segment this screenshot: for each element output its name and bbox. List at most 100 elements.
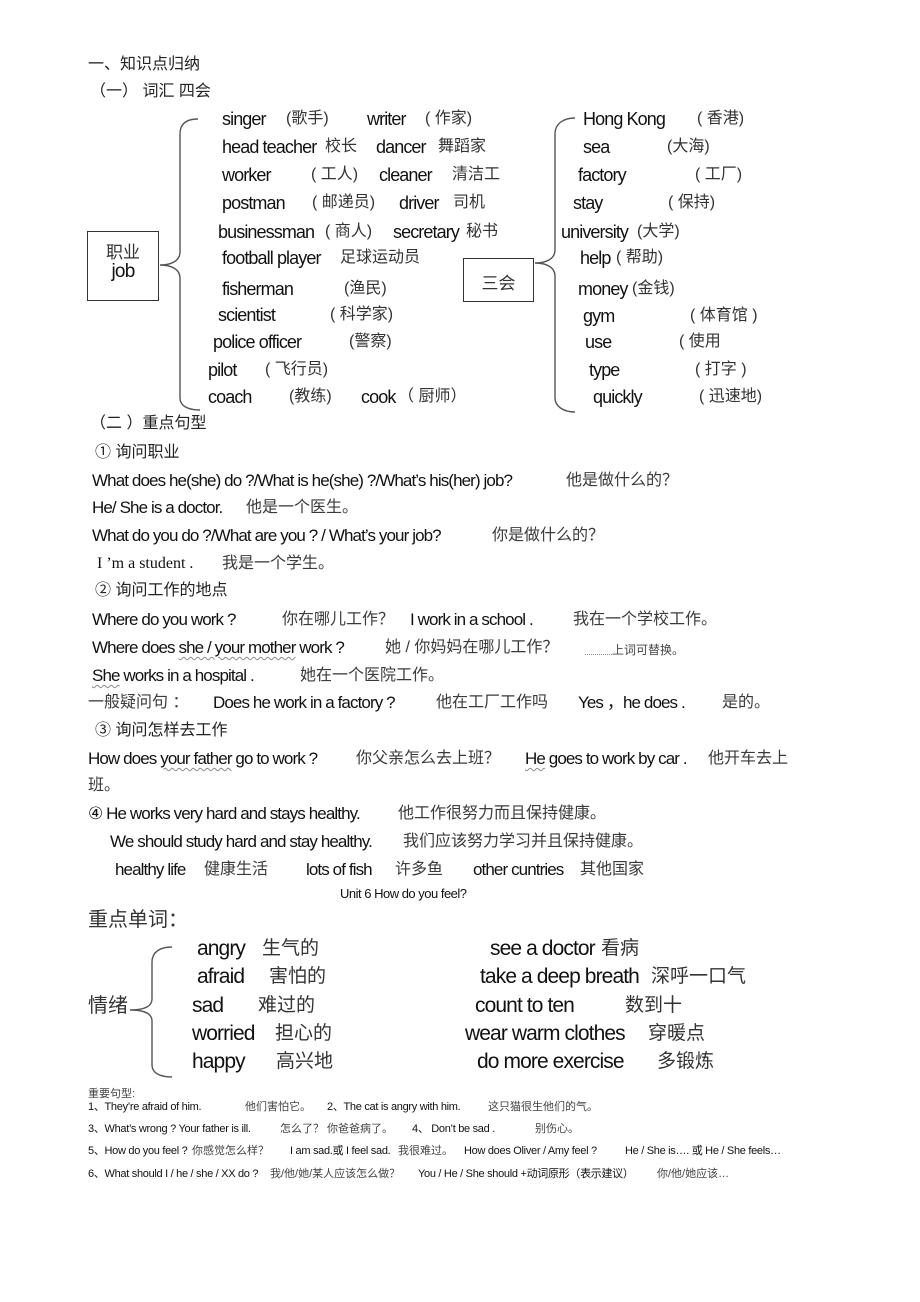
sentence-cn: 你在哪儿工作？ [282,611,395,628]
sentence-cn: 你是做什么的？ [492,527,605,544]
sanhui-row: Hong Kong ( 香港) [0,109,920,133]
sentence-cn: 他工作很努力而且保持健康。 [398,805,607,822]
replace-note: 上词可替换。 [612,643,685,657]
word-row: happy 高兴地 do more exercise 多锻炼 [0,1050,920,1078]
small-sentence-line: 1、They’re afraid of him. 他们害怕它。 2、The ca… [0,1101,920,1115]
phrase-cn: 穿暖点 [648,1023,706,1044]
sentences-title: 重要句型: [88,1088,136,1100]
replaceable-words: your father [160,749,232,768]
sanhui-cn: ( 香港) [697,110,745,127]
sentence-line: 一般疑问句 ： Does he work in a factory ? 他在工厂… [0,693,920,717]
sentence-part: go to work ? [231,749,318,768]
sanhui-en: university [561,222,629,242]
sanhui-en: factory [578,165,627,185]
emotion-cn: 害怕的 [269,966,327,987]
small-sentence-line: 3、What’s wrong ? Your father is ill. 怎么了… [0,1123,920,1137]
unit-title: Unit 6 How do you feel? [340,886,467,901]
sentence-en: He / She is…. 或 He / She feels… [625,1145,781,1157]
sentence-cn: 你父亲怎么去上班？ [356,750,501,767]
sentence-cn: 是的。 [722,694,771,711]
sanhui-cn: (大海) [667,138,710,155]
sentence-line: 班。 [0,776,920,800]
emotion-en: afraid [197,965,245,988]
sentence-en: Does he work in a factory ? [213,693,396,712]
sentence-cn: 你/他/她应该… [657,1168,730,1180]
sentence-line: We should study hard and stay healthy. 我… [0,832,920,856]
sanhui-en: quickly [593,387,643,407]
sentence-en: She works in a hospital . [92,666,255,686]
sanhui-row: sea (大海) [0,137,920,161]
sanhui-en: sea [583,137,610,157]
sentence-en: Yes ，he does . [578,693,686,712]
sentence-cn: 你感觉怎么样？ [192,1145,269,1157]
sentence-cn: 我在一个学校工作。 [573,611,718,628]
word-row: afraid 害怕的 take a deep breath 深呼一口气 [0,965,920,993]
sanhui-en: money [578,279,628,299]
sentence-line: ④ He works very hard and stays healthy. … [0,804,920,828]
emotion-en: happy [192,1050,246,1073]
sentence-part: Where does [92,638,179,657]
sanhui-en: stay [573,193,603,213]
sentence-en: 6、What should I / he / she / XX do ? [88,1168,259,1180]
replaceable-words: She [92,666,120,685]
sentence-cn: 我很难过。 [398,1145,453,1157]
emotion-cn: 生气的 [262,938,320,959]
sentence-cn: 他们害怕它。 [245,1101,311,1113]
replaceable-words: He [525,749,546,768]
sentence-en: I am sad.或 I feel sad. [290,1145,391,1157]
phrase-en: take a deep breath [480,965,640,988]
sanhui-row: quickly ( 迅速地) [0,387,920,411]
patterns-title: （二 ）重点句型 [90,415,207,432]
sentence-en: How does your father go to work ? [88,749,318,769]
sentence-cn: 她在一个医院工作。 [300,667,445,684]
key-words-title: 重点单词： [88,909,188,931]
sentence-en: How does Oliver / Amy feel ? [464,1145,597,1157]
sentence-cn: 他开车去上 [708,750,789,767]
section-heading: 一、知识点归纳 [88,56,201,73]
sentence-cn: 班。 [88,777,121,794]
sanhui-cn: ( 体育馆 ) [690,307,758,324]
sanhui-en: help [580,248,611,268]
phrase-cn: 数到十 [625,995,683,1016]
sanhui-en: Hong Kong [583,109,666,129]
phrase-line: healthy life 健康生活 lots of fish 许多鱼 other… [0,860,920,884]
sentence-en: Where do you work ? [92,610,236,629]
sentence-line: What does he(she) do ?/What is he(she) ?… [0,471,920,495]
sentence-part: How does [88,749,161,768]
word-row: sad 难过的 count to ten 数到十 [0,994,920,1022]
sentence-line: How does your father go to work ? 你父亲怎么去… [0,749,920,773]
phrase-cn: 看病 [601,938,640,959]
wavy-underline-sample [585,644,612,655]
phrase-en: do more exercise [477,1050,625,1073]
emotion-en: angry [197,937,246,960]
sentence-en: 1、They’re afraid of him. [88,1101,202,1113]
sentence-en: We should study hard and stay healthy. [110,832,373,851]
sentence-line: He/ She is a doctor. 他是一个医生。 [0,498,920,522]
sentence-cn: 他是做什么的？ [566,472,679,489]
sentence-part: work ? [295,638,345,657]
sentence-cn: 怎么了？ 你爸爸病了。 [280,1123,394,1135]
sentence-part: works in a hospital . [119,666,254,685]
sanhui-cn: ( 迅速地) [699,388,763,405]
small-sentence-line: 5、How do you feel ? 你感觉怎么样？ I am sad.或 I… [0,1145,920,1159]
sentence-en: 3、What’s wrong ? Your father is ill. [88,1123,251,1135]
sentence-cn: 他是一个医生。 [246,499,359,516]
sentence-line: I ’m a student . 我是一个学生。 [0,554,920,578]
phrase-en: healthy life [115,860,186,879]
sentence-line: Where do you work ? 你在哪儿工作？ I work in a … [0,610,920,634]
sanhui-cn: ( 使用 [679,333,721,350]
phrase-en: other cuntries [473,860,564,879]
sanhui-row: money (金钱) [0,279,920,303]
vocab-title: （一） 词汇 四会 [90,83,211,100]
sentence-cn: 她 / 你妈妈在哪儿工作？ [385,639,559,656]
sanhui-row: university (大学) [0,222,920,246]
emotion-en: sad [192,994,224,1017]
small-sentence-line: 6、What should I / he / she / XX do ? 我/他… [0,1168,920,1182]
word-row: angry 生气的 see a doctor 看病 [0,937,920,965]
sentence-en: 4、 Don’t be sad . [412,1123,495,1135]
word-row: worried 担心的 wear warm clothes 穿暖点 [0,1022,920,1050]
sentence-en: He goes to work by car . [525,749,688,769]
sanhui-row: help ( 帮助) [0,248,920,272]
phrase-cn: 多锻炼 [657,1051,715,1072]
replaceable-words: she / your mother [178,638,296,657]
